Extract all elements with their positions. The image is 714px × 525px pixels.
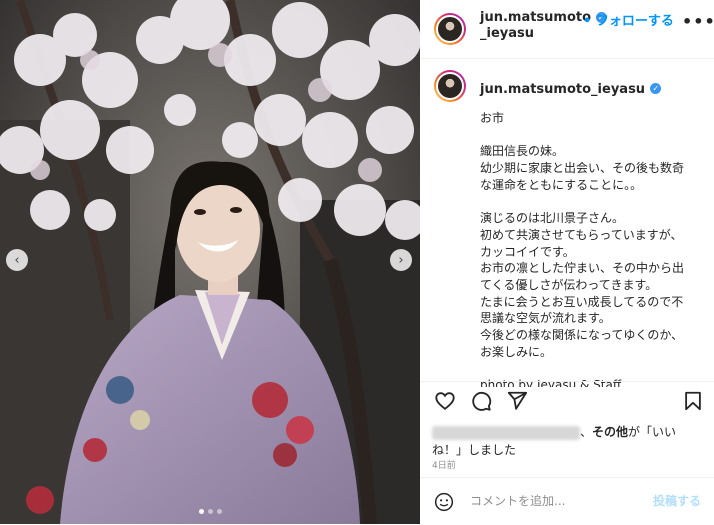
carousel-dot [207,509,213,514]
comment-icon[interactable] [470,390,492,412]
post-sidebar: jun.matsumoto ✓ _ieyasu • フォローする ••• jun… [420,0,714,524]
verified-icon: ✓ [650,83,662,94]
next-photo-button[interactable]: › [390,249,412,271]
comment-input[interactable]: コメントを追加... [470,492,640,509]
avatar[interactable] [434,13,466,45]
likes-text: 、その他が「いい ね！」しました [432,423,707,459]
bookmark-icon[interactable] [682,390,704,412]
chevron-left-icon: ‹ [14,252,20,268]
photo-illustration [0,0,420,524]
caption-line: 演じるのは北川景子さん。 [480,211,625,226]
caption-line: 織田信長の妹。 [480,144,565,159]
caption-username-row: jun.matsumoto_ieyasu ✓ [480,78,662,97]
post-comment-button[interactable]: 投稿する [653,492,701,509]
caption-line: たまに会うとお互い成長してるので不 [480,294,684,309]
carousel-dot [198,509,204,514]
caption-line: てくる優しさが伝わってきます。 [480,278,658,292]
caption-line: な運命をともにすることに。。 [480,177,643,192]
username-line1[interactable]: jun.matsumoto [480,10,591,25]
previous-photo-button[interactable]: ‹ [6,249,28,271]
caption-line: 思議な空気が流れます。 [480,311,611,326]
post-timestamp[interactable]: 4日前 [432,458,456,471]
carousel-indicator [0,509,420,514]
likes-tail: が「いい [628,425,677,439]
caption-line: お市の凛とした佇まい、その中から出 [480,261,685,276]
heart-icon[interactable] [434,390,456,412]
emoji-icon[interactable] [434,492,454,512]
more-options-button[interactable]: ••• [682,12,714,31]
caption-text: お市 織田信長の妹。 幼少期に家康と出会い、その後も数奇 な運命をともにすること… [480,110,705,387]
share-icon[interactable] [506,390,528,412]
follow-button[interactable]: • フォローする [583,10,674,29]
likes-separator: 、 [580,425,593,439]
action-bar [420,381,714,418]
caption-avatar[interactable] [434,70,466,102]
caption-line: 今後どの様な関係になってゆくのか、 [480,328,684,343]
post-photo: ‹ › [0,0,420,524]
carousel-dot [216,509,222,514]
caption-line: お楽しみに。 [480,344,553,359]
likes-others-link[interactable]: その他 [592,425,628,439]
chevron-right-icon: › [398,252,404,268]
comment-bar: コメントを追加... 投稿する [420,477,714,525]
likes-line2: ね！」しました [432,443,517,457]
caption-username[interactable]: jun.matsumoto_ieyasu [480,82,645,97]
liker-names-blurred[interactable] [432,425,580,440]
caption-line: 幼少期に家康と出会い、その後も数奇 [480,161,685,176]
post-header: jun.matsumoto ✓ _ieyasu • フォローする ••• [420,0,714,59]
caption-line: 初めて共演させてもらっていますが、 [480,227,683,242]
caption-line: お市 [480,111,505,125]
caption-line: カッコイイです。 [480,244,575,259]
